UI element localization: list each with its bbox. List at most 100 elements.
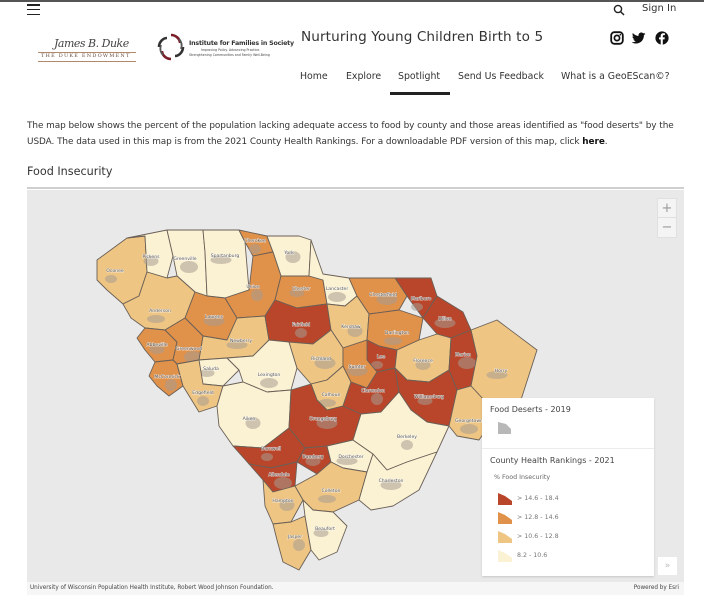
county-label: Greenwood [176,346,202,352]
county-label: Beaufort [315,526,335,532]
county-label: Clarendon [361,388,385,394]
county-label: Lancaster [326,286,349,292]
legend-swatch [498,531,512,543]
county-label: Calhoun [322,392,341,398]
esri-credit[interactable]: Powered by Esri [634,585,679,591]
food-desert-swatch [498,422,511,434]
county-label: York [283,250,294,256]
county-label: Pickens [142,254,160,260]
food-desert-area [318,495,336,503]
county-label: Marlboro [411,296,431,302]
county-label: Fairfield [292,322,310,328]
hamburger-menu-icon[interactable] [27,4,40,17]
ifs-swirl-icon [157,33,185,61]
legend-class-label: > 14.6 - 18.4 [517,495,559,502]
county-spartanburg[interactable] [202,229,250,299]
county-jasper[interactable] [272,515,312,571]
top-border [0,0,704,2]
ifs-title: Institute for Families in Society [189,40,294,47]
county-label: Horry [495,368,508,374]
legend-class-label: > 12.8 - 14.6 [517,514,559,521]
county-label: Kershaw [341,324,361,330]
county-label: Berkeley [397,434,417,440]
county-label: Richland [311,356,331,362]
food-desert-area [371,393,383,405]
nav-send-feedback[interactable]: Send Us Feedback [458,71,544,82]
instagram-icon[interactable] [610,31,624,45]
food-desert-area [401,440,413,450]
food-desert-area [328,292,346,302]
food-desert-area [251,289,263,301]
county-label: Hampton [272,498,293,504]
county-label: Georgetown [455,418,483,424]
county-label: McCormick [154,374,180,380]
intro-text: The map below shows the percent of the p… [27,121,674,147]
sign-in-link[interactable]: Sign In [642,3,676,14]
attribution-bar: University of Wisconsin Population Healt… [27,582,684,595]
food-desert-area [197,396,209,406]
county-label: Bamberg [303,454,324,460]
food-desert-area [458,357,476,369]
active-tab-indicator [390,92,450,95]
county-label: Anderson [149,308,171,314]
twitter-icon[interactable] [632,31,646,45]
county-label: Dorchester [338,454,363,460]
county-label: Cherokee [244,238,266,244]
intro-paragraph: The map below shows the percent of the p… [27,118,687,150]
nav-home[interactable]: Home [300,71,328,82]
county-label: Newberry [230,338,252,344]
legend-class-label: 8.2 - 10.6 [517,552,548,559]
section-divider [27,187,684,189]
county-label: Jasper [287,534,302,540]
county-label: Oconee [106,268,124,274]
food-desert-area [295,328,307,338]
food-desert-area [147,315,165,323]
ifs-tagline: Improving Policy. Advancing Practice. St… [189,48,270,57]
intro-text-end: . [604,137,608,147]
county-label: Lee [377,354,385,360]
county-label: Florence [413,358,433,364]
county-label: Allendale [268,472,289,478]
food-desert-area [165,379,177,391]
county-label: Spartanburg [211,253,240,259]
legend-swatch [498,512,512,524]
county-label: Abbeville [146,342,167,348]
legend-food-deserts-title: Food Deserts - 2019 [490,405,571,414]
county-label: Saluda [203,366,219,372]
county-label: Barnwell [261,446,281,452]
county-label: Union [246,284,259,290]
pdf-link[interactable]: here [582,137,605,147]
county-label: Greenville [173,256,196,262]
food-desert-area [460,424,478,434]
ifs-tagline-1: Improving Policy. Advancing Practice. [201,48,261,52]
zoom-controls: + − [657,198,677,238]
attribution-text: University of Wisconsin Population Healt… [30,585,274,591]
duke-endowment-logo[interactable]: James B. Duke THE DUKE ENDOWMENT [38,35,136,65]
nav-what-is-geoescan[interactable]: What is a GeoEScan©? [561,71,670,82]
nav-spotlight[interactable]: Spotlight [398,71,440,82]
ifs-logo[interactable]: Institute for Families in Society Improv… [157,33,294,65]
zoom-in-button[interactable]: + [658,199,676,218]
map-view[interactable]: Oconee Pickens Greenville Spartanburg Cherok… [27,190,684,595]
legend-measure-label: % Food Insecurity [494,474,551,481]
section-title: Food Insecurity [27,165,113,178]
zoom-out-button[interactable]: − [658,218,676,237]
ifs-tagline-2: Strengthening Communities and Family Wel… [189,52,270,57]
legend-swatch [498,550,512,562]
legend-class-label: > 10.6 - 12.8 [517,533,559,540]
county-label: Edgefield [192,390,214,396]
expand-legend-button[interactable]: » [658,557,677,575]
duke-signature: James B. Duke [54,37,129,50]
county-label: Chesterfield [369,292,397,298]
county-label: Laurens [205,314,224,320]
county-label: Lexington [258,372,281,378]
facebook-icon[interactable] [655,31,669,45]
food-desert-area [260,378,278,388]
legend-swatch [498,493,512,505]
search-icon[interactable] [613,4,625,16]
food-desert-area [249,244,261,254]
county-label: Dillon [438,316,451,322]
county-label: Orangeburg [309,416,337,422]
nav-explore[interactable]: Explore [346,71,381,82]
legend-divider [482,448,654,449]
